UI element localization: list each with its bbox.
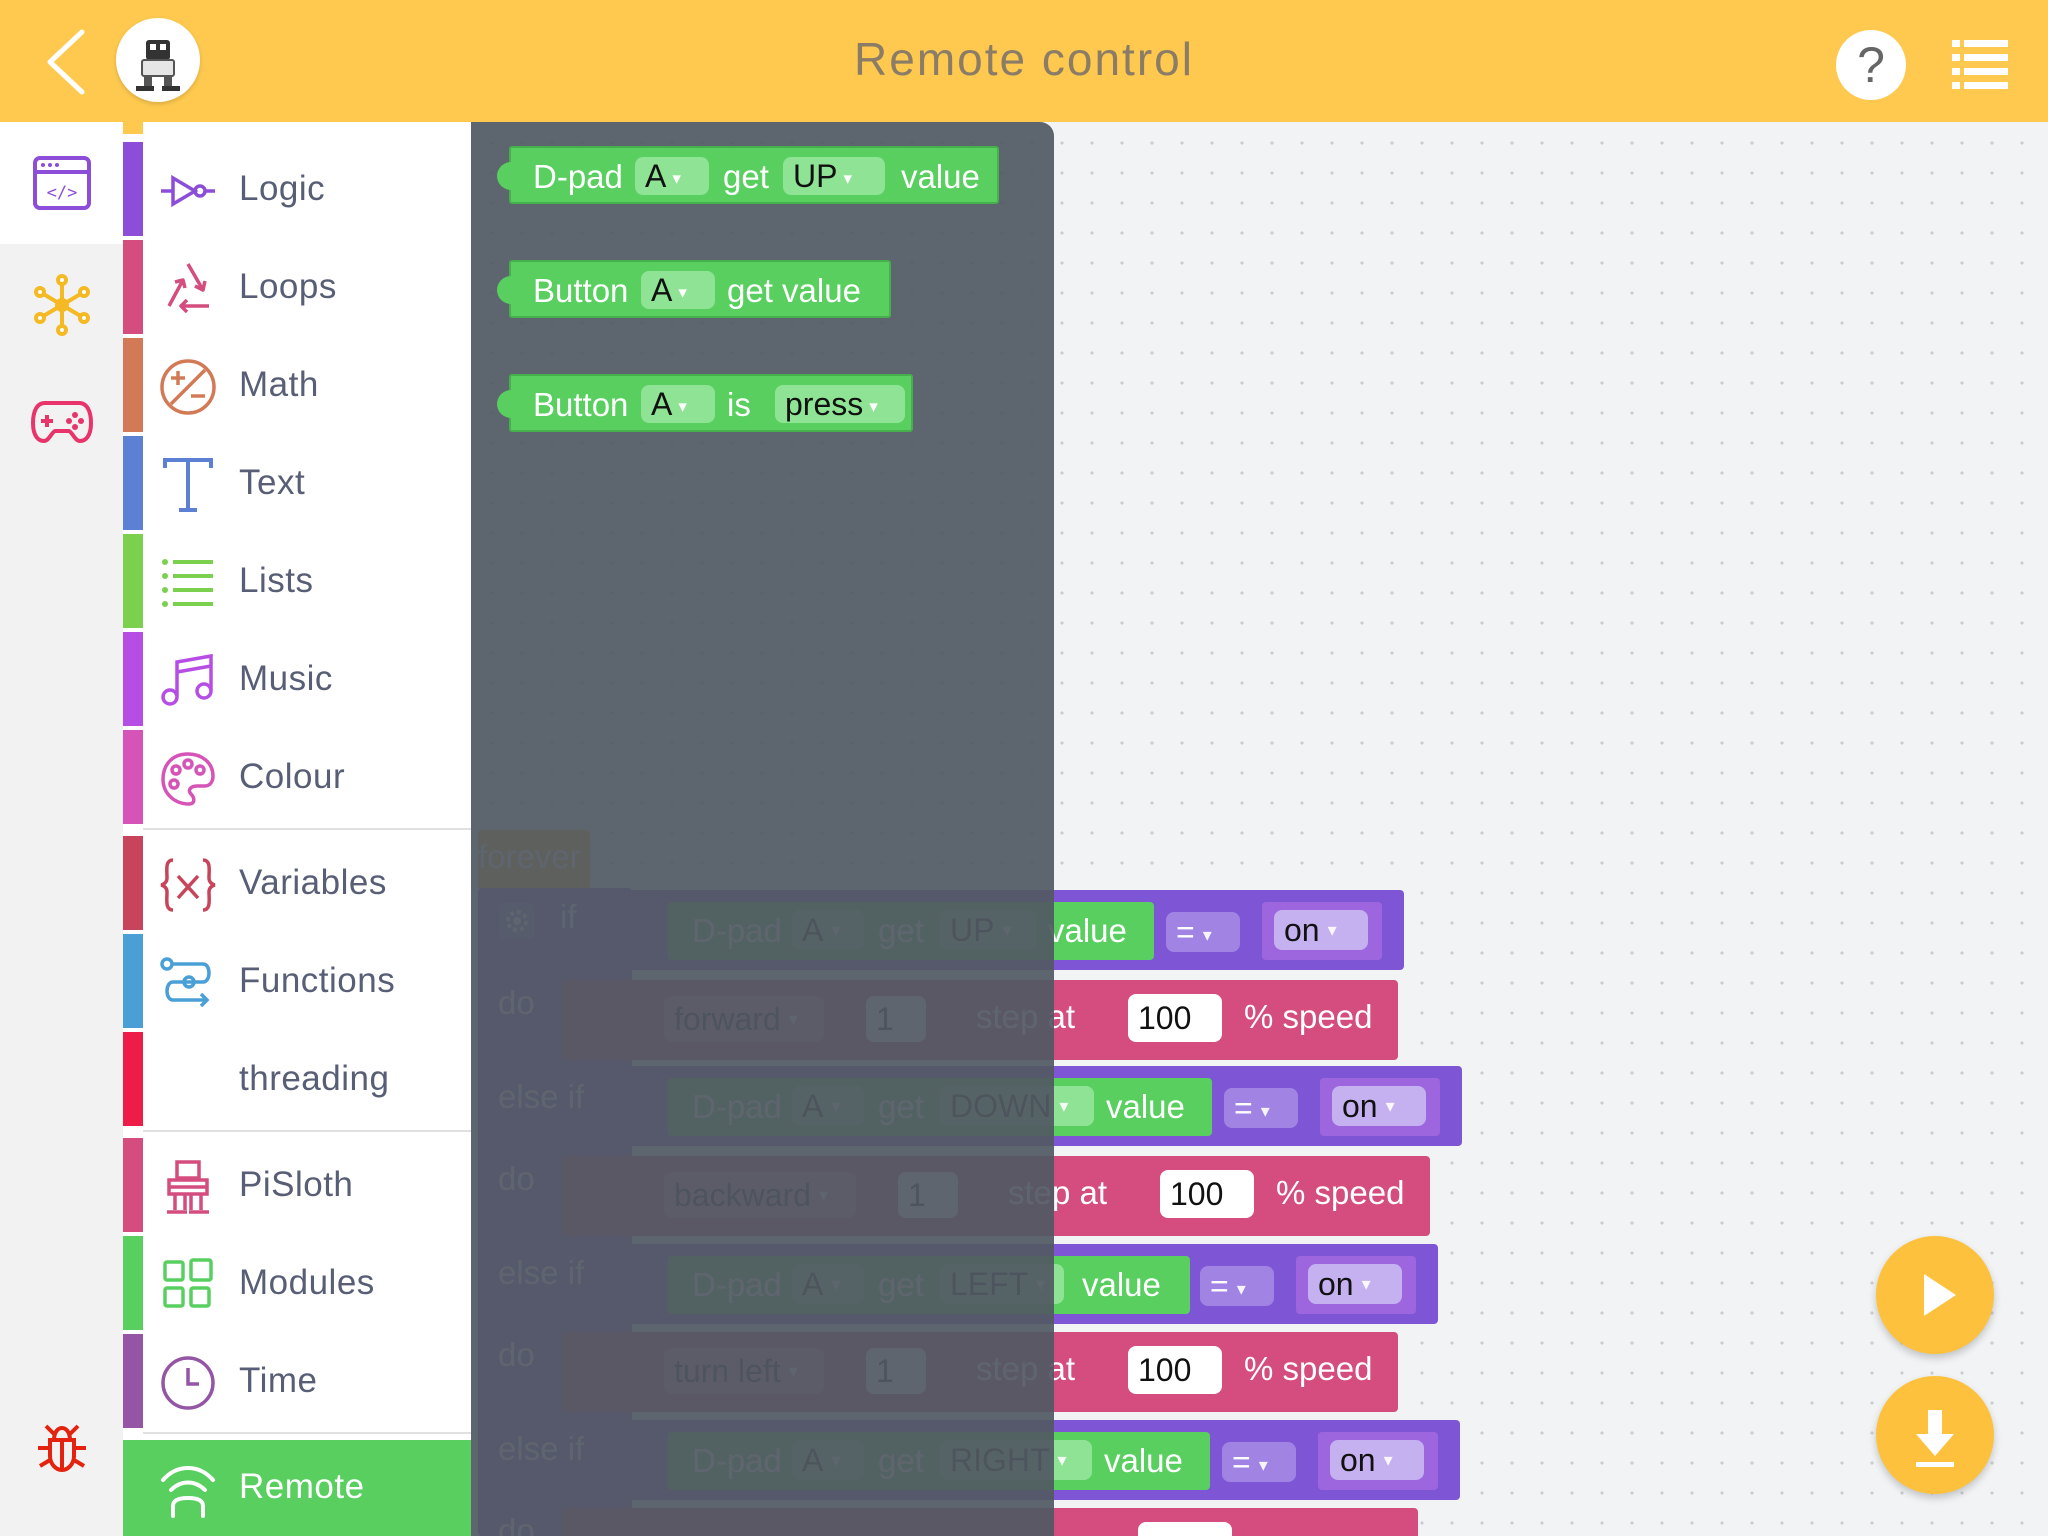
category-color-bar: [123, 436, 143, 530]
category-lists[interactable]: Lists: [123, 534, 471, 632]
category-colour[interactable]: Colour: [123, 730, 471, 828]
category-label: Time: [239, 1361, 318, 1400]
category-color-bar: [123, 1138, 143, 1232]
category-color-bar: [123, 1032, 143, 1126]
category-color-bar: [123, 632, 143, 726]
category-color-bar: [123, 730, 143, 824]
category-label: Loops: [239, 267, 337, 306]
remote-signal-icon: [161, 1466, 215, 1518]
category-label: Variables: [239, 863, 387, 902]
category-color-bar: [123, 836, 143, 930]
app-root: Remote control ? </> Logic Loops Math Te…: [0, 0, 2048, 1536]
bug-icon: [37, 1424, 86, 1473]
category-label: Math: [239, 365, 319, 404]
colour-palette-icon: [161, 752, 215, 806]
category-label: Music: [239, 659, 333, 698]
dpad-label: D-pad: [533, 158, 623, 195]
run-button[interactable]: [1876, 1236, 1994, 1354]
help-button[interactable]: ?: [1836, 30, 1906, 100]
logic-gate-icon: [161, 174, 215, 208]
category-color-bar: [123, 1236, 143, 1330]
pisloth-robot-icon: [167, 1160, 209, 1214]
category-modules[interactable]: Modules: [123, 1236, 471, 1334]
category-label: PiSloth: [239, 1165, 354, 1204]
block-connector: [497, 162, 511, 190]
rail-code-editor[interactable]: </>: [0, 122, 123, 244]
flyout-button-is-press-block[interactable]: Button A ▾ is press ▾: [497, 374, 913, 432]
lists-icon: [162, 559, 213, 607]
category-label: threading: [239, 1059, 390, 1098]
category-loops[interactable]: Loops: [123, 240, 471, 338]
clock-icon: [161, 1356, 215, 1410]
gamepad-icon: [30, 401, 93, 444]
category-label: Remote: [239, 1467, 365, 1506]
rail-gamepad[interactable]: [0, 366, 123, 476]
button-id-dropdown[interactable]: A ▾: [641, 385, 715, 423]
category-variables[interactable]: Variables: [123, 836, 471, 934]
category-color-bar: [123, 338, 143, 432]
category-text[interactable]: Text: [123, 436, 471, 534]
download-icon: [1916, 1410, 1954, 1467]
is-label: is: [727, 386, 751, 423]
functions-flow-icon: [160, 957, 211, 1008]
category-color-bar: [123, 1334, 143, 1428]
text-t-icon: [163, 458, 213, 512]
category-music[interactable]: Music: [123, 632, 471, 730]
direction-dropdown[interactable]: UP▾: [783, 157, 885, 195]
category-color-bar: [123, 240, 143, 334]
flyout-dpad-get-block[interactable]: D-pad A ▾ get UP ▾ value: [497, 146, 999, 204]
top-bar: Remote control ?: [0, 0, 2048, 122]
menu-list-icon[interactable]: [1952, 38, 2008, 90]
music-note-icon: [161, 653, 213, 706]
block-flyout[interactable]: D-pad A ▾ get UP ▾ value Button A ▾ get val…: [471, 122, 1054, 1536]
category-label: Lists: [239, 561, 314, 600]
category-remote[interactable]: Remote: [123, 1440, 471, 1536]
press-state-dropdown[interactable]: press ▾: [775, 385, 905, 423]
get-value-label: get value: [727, 272, 861, 309]
connection-icon: [33, 274, 90, 336]
category-time[interactable]: Time: [123, 1334, 471, 1432]
category-functions[interactable]: Functions: [123, 934, 471, 1032]
download-button[interactable]: [1876, 1376, 1994, 1494]
loops-recycle-icon: [167, 263, 209, 314]
category-label: Logic: [239, 169, 326, 208]
value-label: value: [901, 158, 980, 195]
category-top-stub: [123, 122, 143, 134]
category-list: Logic Loops Math Text Lists Music Colour…: [123, 122, 471, 1536]
play-icon: [1924, 1274, 1956, 1316]
svg-text:</>: </>: [46, 183, 77, 203]
flyout-button-get-value-block[interactable]: Button A ▾ get value: [497, 260, 891, 318]
page-title: Remote control: [854, 33, 1194, 85]
category-divider: [143, 1432, 471, 1434]
category-label: Colour: [239, 757, 346, 796]
modules-grid-icon: [163, 1258, 213, 1308]
category-math[interactable]: Math: [123, 338, 471, 436]
category-pisloth[interactable]: PiSloth: [123, 1138, 471, 1236]
button-label: Button: [533, 272, 629, 309]
category-logic[interactable]: Logic: [123, 142, 471, 240]
math-plus-minus-icon: [160, 359, 216, 415]
category-color-bar: [123, 142, 143, 236]
category-label: Functions: [239, 961, 396, 1000]
code-editor-icon: </>: [32, 156, 91, 210]
category-color-bar: [123, 534, 143, 628]
mode-rail: </>: [0, 122, 123, 1536]
button-label: Button: [533, 386, 629, 423]
category-threading[interactable]: threading: [123, 1032, 471, 1130]
category-divider: [143, 828, 471, 830]
category-label: Text: [239, 463, 306, 502]
variables-x-icon: [160, 858, 216, 912]
block-connector: [497, 390, 511, 418]
rail-connection[interactable]: [0, 244, 123, 366]
dpad-id-dropdown[interactable]: A▾: [635, 157, 709, 195]
category-divider: [143, 1130, 471, 1132]
button-id-dropdown[interactable]: A ▾: [641, 271, 715, 309]
block-connector: [497, 276, 511, 304]
category-color-bar: [123, 934, 143, 1028]
rail-debug[interactable]: [0, 1392, 123, 1502]
category-label: Modules: [239, 1263, 375, 1302]
get-label: get: [723, 158, 769, 195]
